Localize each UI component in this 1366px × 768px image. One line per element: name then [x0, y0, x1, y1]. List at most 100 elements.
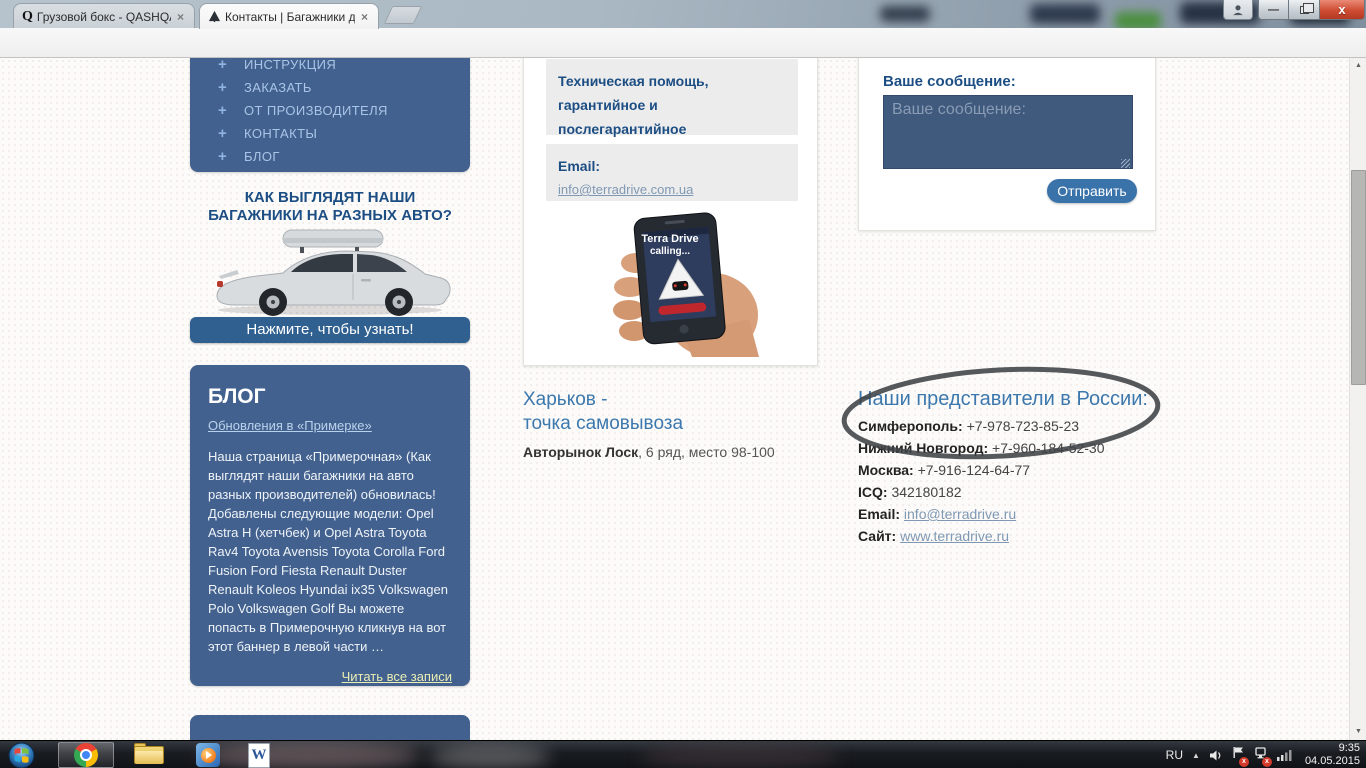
contact-label: Симферополь: [858, 418, 963, 434]
tab-title: Контакты | Багажники дл [225, 10, 355, 24]
plus-icon: + [218, 79, 244, 96]
taskbar-chrome-button[interactable] [58, 742, 114, 768]
scroll-down-icon[interactable]: ▼ [1350, 724, 1366, 740]
taskbar-word-button[interactable]: W [248, 743, 270, 768]
tab-close-icon[interactable]: × [175, 10, 186, 24]
new-tab-button[interactable] [384, 6, 422, 24]
phone-screen-status: calling... [630, 246, 710, 257]
volume-icon[interactable] [1209, 749, 1223, 762]
show-me-button[interactable]: Нажмите, чтобы узнать! [190, 317, 470, 343]
sidebar-item-blog[interactable]: +БЛОГ [190, 145, 470, 168]
scroll-up-icon[interactable]: ▲ [1350, 58, 1366, 74]
contact-label: Москва: [858, 462, 914, 478]
contact-row: Email: info@terradrive.ru [858, 506, 1105, 528]
blog-title: БЛОГ [208, 385, 452, 409]
sidebar-item-order[interactable]: +ЗАКАЗАТЬ [190, 76, 470, 99]
sidebar-item-contacts[interactable]: +КОНТАКТЫ [190, 122, 470, 145]
contact-value: +7-978-723-85-23 [967, 418, 1079, 434]
contact-label: Нижний Новгород: [858, 440, 988, 456]
send-button[interactable]: Отправить [1047, 179, 1137, 203]
support-block: Техническая помощь, гарантийное и послег… [546, 59, 798, 135]
contact-row: ICQ: 342180182 [858, 484, 1105, 506]
contact-label: ICQ: [858, 484, 888, 500]
phone-in-hand-image: Terra Drive calling... [584, 207, 759, 357]
network-icon[interactable]: x [1254, 746, 1268, 764]
russia-representatives-heading: Наши представители в России: [858, 388, 1148, 411]
contact-value: +7-960-184-52-30 [992, 440, 1104, 456]
language-indicator[interactable]: RU [1166, 748, 1183, 762]
russia-site-link[interactable]: www.terradrive.ru [900, 528, 1009, 544]
tab-title: Грузовой бокс - QASHQA [37, 10, 171, 24]
terra-drive-favicon-icon [208, 10, 221, 23]
contact-value: +7-916-124-64-77 [918, 462, 1030, 478]
message-textarea[interactable] [883, 95, 1133, 169]
plus-icon: + [218, 148, 244, 165]
tab-close-icon[interactable]: × [359, 10, 370, 24]
close-button[interactable]: x [1320, 0, 1365, 20]
taskbar-glass-blur [200, 743, 420, 768]
error-badge-icon: x [1262, 757, 1272, 767]
sidebar-item-label: КОНТАКТЫ [244, 126, 317, 141]
plus-icon: + [218, 102, 244, 119]
pickup-address-market: Авторынок Лоск [523, 444, 638, 460]
sidebar-item-instructions[interactable]: +ИНСТРУКЦИЯ [190, 58, 470, 76]
taskbar-media-player-button[interactable] [196, 743, 220, 767]
taskbar-glass-blur [430, 745, 550, 768]
person-icon [1232, 4, 1244, 16]
profile-button[interactable] [1223, 0, 1253, 20]
minimize-button[interactable]: — [1258, 0, 1289, 20]
action-center-icon[interactable]: x [1232, 746, 1245, 764]
page-viewport: +ИНСТРУКЦИЯ +ЗАКАЗАТЬ +ОТ ПРОИЗВОДИТЕЛЯ … [0, 58, 1366, 740]
contact-row: Симферополь: +7-978-723-85-23 [858, 418, 1105, 440]
textarea-resize-handle[interactable] [1121, 159, 1130, 168]
blog-widget: БЛОГ Обновления в «Примерке» Наша страни… [190, 365, 470, 686]
start-button[interactable] [8, 742, 35, 768]
clock-date: 04.05.2015 [1305, 755, 1360, 768]
pickup-address: Авторынок Лоск, 6 ряд, место 98-100 [523, 444, 775, 460]
russia-email-link[interactable]: info@terradrive.ru [904, 506, 1016, 522]
taskbar-glass-blur [640, 745, 840, 768]
tray-expand-icon[interactable]: ▲ [1192, 751, 1200, 760]
chrome-icon [74, 743, 98, 767]
media-player-icon [201, 748, 216, 763]
tab-cargo-box[interactable]: Q Грузовой бокс - QASHQA × [13, 3, 195, 29]
contact-row: Нижний Новгород: +7-960-184-52-30 [858, 440, 1105, 462]
play-icon [206, 751, 212, 759]
sidebar-item-label: ИНСТРУКЦИЯ [244, 58, 336, 72]
contact-value: 342180182 [891, 484, 961, 500]
contact-label: Email: [858, 506, 900, 522]
contact-info-card: Техническая помощь, гарантийное и послег… [523, 58, 818, 366]
sidebar-item-label: ОТ ПРОИЗВОДИТЕЛЯ [244, 103, 388, 118]
pickup-address-detail: , 6 ряд, место 98-100 [638, 444, 775, 460]
browser-window: Q Грузовой бокс - QASHQA × Контакты | Ба… [0, 0, 1366, 740]
browser-toolbar [0, 28, 1366, 58]
word-icon: W [252, 747, 267, 764]
signal-bars-icon[interactable] [1277, 749, 1292, 761]
car-with-roofbox-image[interactable] [203, 224, 457, 316]
banner-title: КАК ВЫГЛЯДЯТ НАШИ БАГАЖНИКИ НА РАЗНЫХ АВ… [190, 189, 470, 225]
read-all-posts-link[interactable]: Читать все записи [208, 669, 452, 684]
email-label: Email: [558, 154, 786, 178]
taskbar-explorer-button[interactable] [134, 744, 164, 766]
phone-screen-caller: Terra Drive [630, 233, 710, 245]
site-menu: +ИНСТРУКЦИЯ +ЗАКАЗАТЬ +ОТ ПРОИЗВОДИТЕЛЯ … [190, 58, 470, 172]
q-favicon-icon: Q [22, 9, 33, 25]
message-form-card: Ваше сообщение: Отправить [858, 58, 1156, 231]
scrollbar-thumb[interactable] [1351, 170, 1366, 385]
plus-icon: + [218, 58, 244, 73]
pickup-point-heading: Харьков - точка самовывоза [523, 388, 683, 436]
blog-post-link[interactable]: Обновления в «Примерке» [208, 418, 372, 433]
sidebar-item-label: ЗАКАЗАТЬ [244, 80, 312, 95]
sidebar-item-label: БЛОГ [244, 149, 280, 164]
restore-button[interactable] [1289, 0, 1320, 20]
tab-strip: Q Грузовой бокс - QASHQA × Контакты | Ба… [0, 0, 1366, 28]
contact-row: Сайт: www.terradrive.ru [858, 528, 1105, 550]
tab-contacts[interactable]: Контакты | Багажники дл × [199, 3, 379, 29]
next-widget-partial [190, 715, 470, 740]
sidebar-item-from-manufacturer[interactable]: +ОТ ПРОИЗВОДИТЕЛЯ [190, 99, 470, 122]
page-scrollbar[interactable]: ▲ ▼ [1349, 58, 1366, 740]
error-badge-icon: x [1239, 757, 1249, 767]
email-link[interactable]: info@terradrive.com.ua [558, 182, 693, 197]
contact-row: Москва: +7-916-124-64-77 [858, 462, 1105, 484]
taskbar-clock[interactable]: 9:35 04.05.2015 [1305, 742, 1360, 768]
